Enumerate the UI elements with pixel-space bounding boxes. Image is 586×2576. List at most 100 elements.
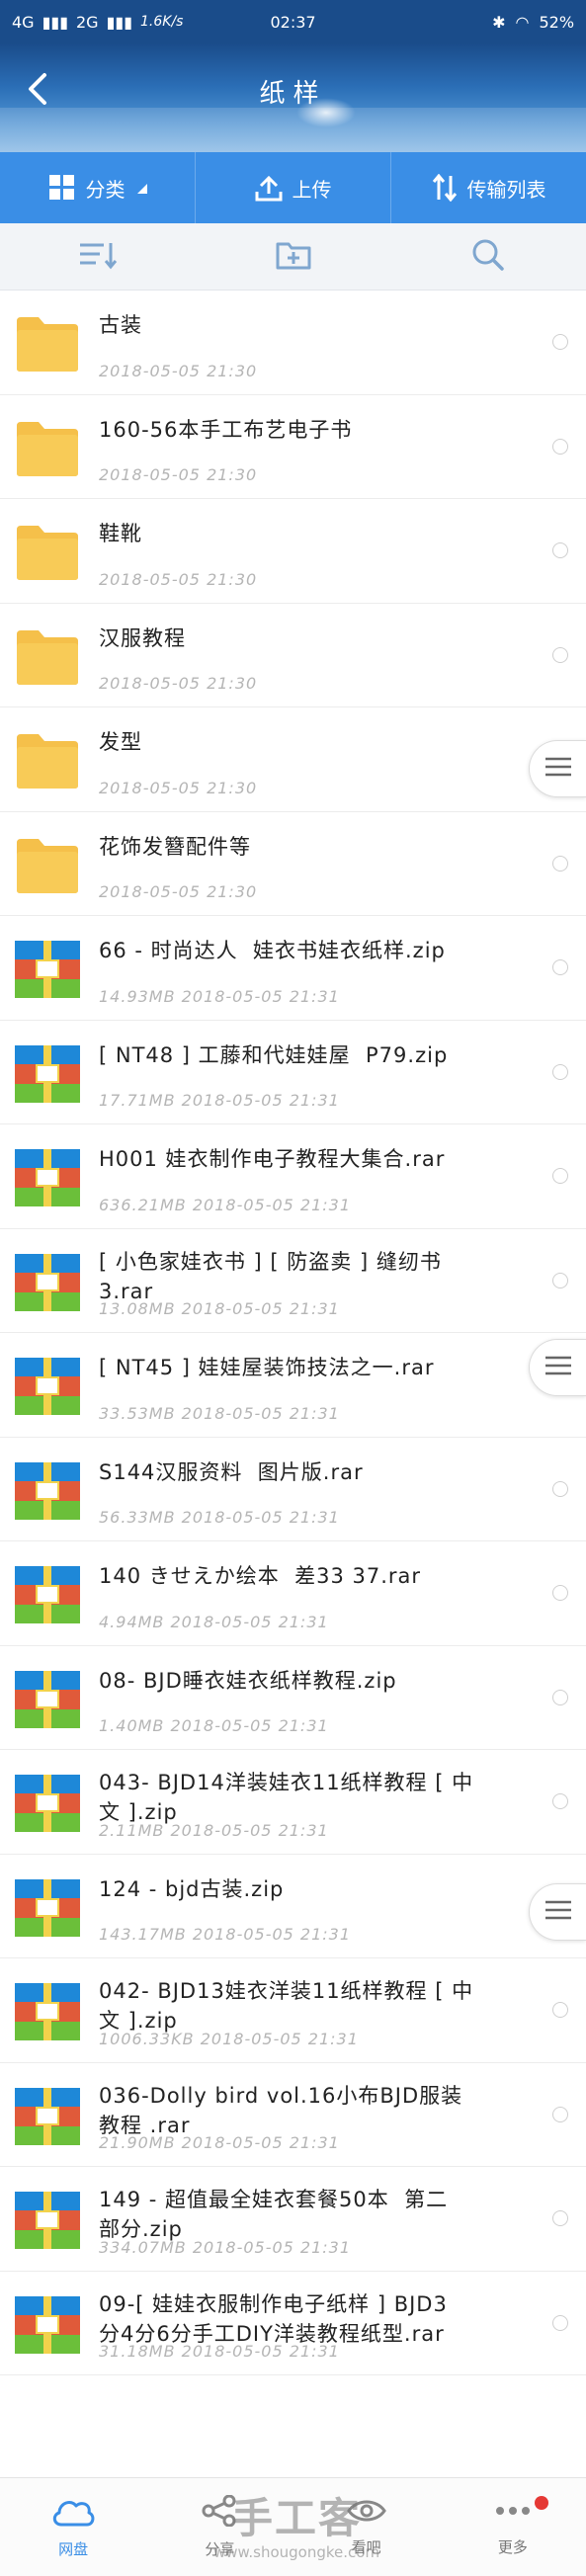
upload-button[interactable]: 上传 xyxy=(196,152,391,223)
file-row[interactable]: [ 小色家娃衣书 ] [ 防盗卖 ] 缝纫书 3.rar 13.08MB 2018… xyxy=(0,1229,586,1333)
category-button[interactable]: 分类 xyxy=(0,152,196,223)
notification-badge xyxy=(534,2496,548,2510)
file-name: [ NT45 ] 娃娃屋装饰技法之一.rar xyxy=(99,1356,435,1379)
archive-icon xyxy=(15,1461,80,1520)
file-row[interactable]: S144汉服资料 图片版.rar 56.33MB 2018-05-05 21:31 xyxy=(0,1438,586,1541)
folder-row[interactable]: 发型 2018-05-05 21:30 xyxy=(0,707,586,812)
select-radio[interactable] xyxy=(552,2106,568,2122)
transfer-icon xyxy=(432,174,458,202)
clock: 02:37 xyxy=(270,12,316,32)
nav-more[interactable]: 更多 xyxy=(440,2478,586,2576)
select-radio[interactable] xyxy=(552,1272,568,1288)
side-menu-handle[interactable] xyxy=(529,1883,586,1941)
share-icon xyxy=(202,2494,237,2531)
select-radio[interactable] xyxy=(552,438,568,455)
file-row[interactable]: 66 - 时尚达人 娃衣书娃衣纸样.zip 14.93MB 2018-05-05 … xyxy=(0,916,586,1021)
folder-icon xyxy=(15,732,80,789)
new-folder-button[interactable] xyxy=(196,223,391,290)
file-name: 66 - 时尚达人 娃衣书娃衣纸样.zip xyxy=(99,939,446,962)
file-row[interactable]: 09-[ 娃娃衣服制作电子纸样 ] BJD3 分4分6分手工DIY洋装教程纸型.… xyxy=(0,2272,586,2375)
file-row[interactable]: 043- BJD14洋装娃衣11纸样教程 [ 中 文 ].zip 2.11MB 2… xyxy=(0,1750,586,1855)
network-indicator-secondary: 2G xyxy=(76,12,99,32)
transfer-list-button[interactable]: 传输列表 xyxy=(391,152,586,223)
folder-icon xyxy=(15,315,80,373)
file-name: 古装 xyxy=(99,313,142,337)
archive-icon xyxy=(15,2087,80,2145)
file-meta: 4.94MB 2018-05-05 21:31 xyxy=(99,1612,329,1631)
folder-row[interactable]: 花饰发簪配件等 2018-05-05 21:30 xyxy=(0,812,586,916)
select-radio[interactable] xyxy=(552,334,568,350)
folder-row[interactable]: 汉服教程 2018-05-05 21:30 xyxy=(0,604,586,707)
menu-icon xyxy=(544,757,571,781)
more-icon xyxy=(493,2497,533,2529)
file-meta: 17.71MB 2018-05-05 21:31 xyxy=(99,1091,340,1110)
select-radio[interactable] xyxy=(552,646,568,663)
file-name: [ NT48 ] 工藤和代娃娃屋 P79.zip xyxy=(99,1042,449,1067)
archive-icon xyxy=(15,2295,80,2354)
file-meta: 14.93MB 2018-05-05 21:31 xyxy=(99,986,340,1006)
file-row[interactable]: 042- BJD13娃衣洋装11纸样教程 [ 中 文 ].zip 1006.33K… xyxy=(0,1958,586,2063)
search-icon xyxy=(471,238,505,276)
file-row[interactable]: 149 - 超值最全娃衣套餐50本 第二 部分.zip 334.07MB 2018… xyxy=(0,2167,586,2272)
file-row[interactable]: [ NT48 ] 工藤和代娃娃屋 P79.zip 17.71MB 2018-05-… xyxy=(0,1021,586,1124)
status-bar: 4G ▮▮▮ 2G ▮▮▮ 1.6K/s 02:37 ✱ ◠ 52% xyxy=(0,0,586,43)
select-radio[interactable] xyxy=(552,959,568,975)
file-row[interactable]: [ NT45 ] 娃娃屋装饰技法之一.rar 33.53MB 2018-05-05… xyxy=(0,1333,586,1438)
file-meta: 2018-05-05 21:30 xyxy=(99,674,258,693)
action-bar: 分类 上传 传输列表 xyxy=(0,152,586,223)
search-button[interactable] xyxy=(390,223,586,290)
file-row[interactable]: 140 きせえか绘本 差33 37.rar 4.94MB 2018-05-05 2… xyxy=(0,1541,586,1646)
select-radio[interactable] xyxy=(552,2002,568,2018)
select-radio[interactable] xyxy=(552,1585,568,1601)
file-meta: 33.53MB 2018-05-05 21:31 xyxy=(99,1403,340,1423)
select-radio[interactable] xyxy=(552,542,568,558)
nav-discover[interactable]: 看吧 xyxy=(293,2478,440,2576)
transfer-list-label: 传输列表 xyxy=(466,177,546,202)
select-radio[interactable] xyxy=(552,855,568,872)
file-name: 09-[ 娃娃衣服制作电子纸样 ] BJD3 分4分6分手工DIY洋装教程纸型.… xyxy=(99,2291,448,2346)
select-radio[interactable] xyxy=(552,1793,568,1809)
side-menu-handle[interactable] xyxy=(529,1339,586,1396)
file-meta: 56.33MB 2018-05-05 21:31 xyxy=(99,1508,340,1527)
nav-cloud-drive[interactable]: 网盘 xyxy=(0,2478,146,2576)
file-name: 花饰发簪配件等 xyxy=(99,834,251,859)
file-meta: 31.18MB 2018-05-05 21:31 xyxy=(99,2342,340,2361)
archive-icon xyxy=(15,1044,80,1103)
file-name: H001 娃衣制作电子教程大集合.rar xyxy=(99,1147,446,1171)
select-radio[interactable] xyxy=(552,1480,568,1497)
select-radio[interactable] xyxy=(552,1063,568,1080)
battery-level: 52% xyxy=(539,12,575,32)
select-radio[interactable] xyxy=(552,1689,568,1705)
folder-row[interactable]: 鞋靴 2018-05-05 21:30 xyxy=(0,499,586,604)
upload-label: 上传 xyxy=(292,177,332,202)
nav-share[interactable]: 分享 xyxy=(146,2478,293,2576)
file-meta: 2018-05-05 21:30 xyxy=(99,361,258,380)
side-menu-handle[interactable] xyxy=(529,740,586,797)
folder-row[interactable]: 160-56本手工布艺电子书 2018-05-05 21:30 xyxy=(0,395,586,499)
grid-icon xyxy=(48,174,76,202)
signal-icon: ▮▮▮ xyxy=(42,12,68,32)
file-row[interactable]: H001 娃衣制作电子教程大集合.rar 636.21MB 2018-05-05 … xyxy=(0,1124,586,1229)
select-radio[interactable] xyxy=(552,1168,568,1184)
file-row[interactable]: 124 - bjd古装.zip 143.17MB 2018-05-05 21:31 xyxy=(0,1855,586,1958)
file-meta: 13.08MB 2018-05-05 21:31 xyxy=(99,1299,340,1318)
file-meta: 1006.33KB 2018-05-05 21:31 xyxy=(99,2029,359,2048)
folder-row[interactable]: 古装 2018-05-05 21:30 xyxy=(0,291,586,395)
archive-icon xyxy=(15,1358,80,1415)
select-radio[interactable] xyxy=(552,2314,568,2331)
file-meta: 21.90MB 2018-05-05 21:31 xyxy=(99,2133,340,2152)
file-row[interactable]: 036-Dolly bird vol.16小布BJD服装 教程 .rar 21.9… xyxy=(0,2063,586,2167)
bottom-nav: 网盘 分享 看吧 更多 xyxy=(0,2477,586,2576)
cloud-icon xyxy=(51,2495,95,2531)
select-radio[interactable] xyxy=(552,2210,568,2226)
page-title: 纸样 xyxy=(259,79,327,109)
file-name: 042- BJD13娃衣洋装11纸样教程 [ 中 文 ].zip xyxy=(99,1979,474,2033)
file-name: 汉服教程 xyxy=(99,625,186,650)
sort-icon xyxy=(78,240,118,274)
file-row[interactable]: 08- BJD睡衣娃衣纸样教程.zip 1.40MB 2018-05-05 21:… xyxy=(0,1646,586,1750)
sort-button[interactable] xyxy=(0,223,196,290)
eye-icon xyxy=(346,2497,386,2529)
archive-icon xyxy=(15,1253,80,1311)
archive-icon xyxy=(15,1775,80,1832)
title-bar: 纸样 xyxy=(0,43,586,152)
